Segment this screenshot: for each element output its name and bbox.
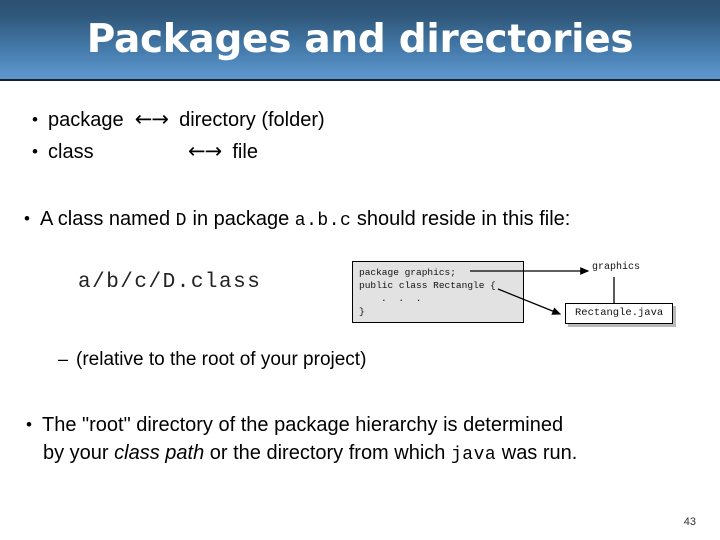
package-directory-diagram: package graphics; public class Rectangle… <box>352 251 700 346</box>
root-text-part2: by your <box>43 442 115 464</box>
root-text-part3: or the directory from which <box>204 442 451 464</box>
page-title: Packages and directories <box>86 17 634 62</box>
bullet-class-term: class <box>48 141 94 163</box>
named-class-code: D <box>175 211 187 231</box>
named-text-part3: should reside in this file: <box>351 208 571 230</box>
connector-class-to-file <box>497 288 562 315</box>
named-text-part1: A class named <box>40 208 176 230</box>
named-package-code: a.b.c <box>294 211 352 231</box>
class-file-path: a/b/c/D.class <box>78 271 262 294</box>
root-class-path-emphasis: class path <box>114 442 205 464</box>
slide-body: package ←→ directory (folder) class ←→ f… <box>0 81 720 540</box>
bidirectional-arrow-icon: ←→ <box>134 107 169 131</box>
bullet-root-directory: The "root" directory of the package hier… <box>26 411 706 469</box>
bullet-class-named: A class named D in package a.b.c should … <box>24 206 570 234</box>
bidirectional-arrow-icon: ←→ <box>188 139 222 163</box>
bullet-package-directory: package ←→ directory (folder) <box>32 106 325 133</box>
diagram-connectors <box>470 267 615 315</box>
named-text-part2: in package <box>186 208 295 230</box>
subbullet-relative-root: (relative to the root of your project) <box>58 346 366 373</box>
bullet-file-term: file <box>232 141 258 163</box>
page-number: 43 <box>683 516 696 528</box>
root-text-part1: The "root" directory of the package hier… <box>42 414 564 436</box>
bullet-directory-term: directory (folder) <box>179 109 325 131</box>
root-text-part4: was run. <box>496 442 578 464</box>
bullet-class-file: class ←→ file <box>32 138 258 165</box>
bullet-package-term: package <box>48 109 124 131</box>
title-banner: Packages and directories <box>0 0 720 81</box>
root-java-code: java <box>450 445 497 465</box>
